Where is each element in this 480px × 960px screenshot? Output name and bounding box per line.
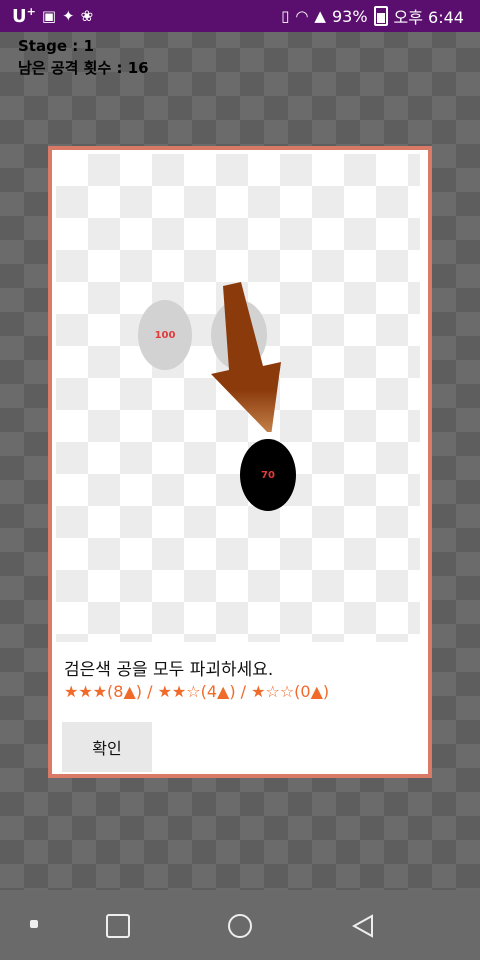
twitter-icon: ✦ xyxy=(62,7,75,25)
ball-label: 70 xyxy=(261,469,275,481)
battery-icon xyxy=(373,6,388,26)
signal-icon: ▲ xyxy=(314,7,326,25)
dialog-message: 검은색 공을 모두 파괴하세요. xyxy=(64,660,274,680)
status-bar: U+ ▣ ✦ ❀ ▯ ◠ ▲ 93% 오후 6:44 xyxy=(0,0,480,32)
vibrate-icon: ▯ xyxy=(281,7,290,25)
image-icon: ▣ xyxy=(41,7,57,25)
recent-apps-button[interactable] xyxy=(106,914,130,938)
battery-percent: 93% xyxy=(331,6,368,26)
stage-label: Stage : 1 xyxy=(18,37,94,55)
clock: 오후 6:44 xyxy=(393,8,464,27)
star-criteria: ★★★(8▲) / ★★☆(4▲) / ★☆☆(0▲) xyxy=(64,682,330,701)
stage-dialog: 100 1 70 검은색 공을 모두 파괴하세요. ★★★(8▲) / ★★☆(… xyxy=(48,146,432,778)
navigation-bar xyxy=(0,890,480,960)
ball-label: 100 xyxy=(154,329,176,341)
nav-menu-dot-icon[interactable] xyxy=(30,920,38,928)
app-icon: ❀ xyxy=(80,7,94,25)
confirm-button[interactable]: 확인 xyxy=(62,722,152,772)
ball-grey-100: 100 xyxy=(138,300,192,370)
aim-arrow-icon xyxy=(211,282,281,432)
wifi-icon: ◠ xyxy=(295,7,309,25)
home-button[interactable] xyxy=(228,914,252,938)
game-info: Stage : 1 남은 공격 횟수 : 16 xyxy=(18,35,149,79)
status-right: ▯ ◠ ▲ 93% 오후 6:44 xyxy=(281,4,480,28)
ball-black-70: 70 xyxy=(240,439,296,511)
status-left: U+ ▣ ✦ ❀ xyxy=(0,5,93,27)
back-button[interactable] xyxy=(352,914,374,938)
carrier-label: U+ xyxy=(12,5,36,27)
attacks-left-label: 남은 공격 횟수 : 16 xyxy=(18,59,149,77)
game-preview-area: 100 1 70 xyxy=(56,154,420,642)
